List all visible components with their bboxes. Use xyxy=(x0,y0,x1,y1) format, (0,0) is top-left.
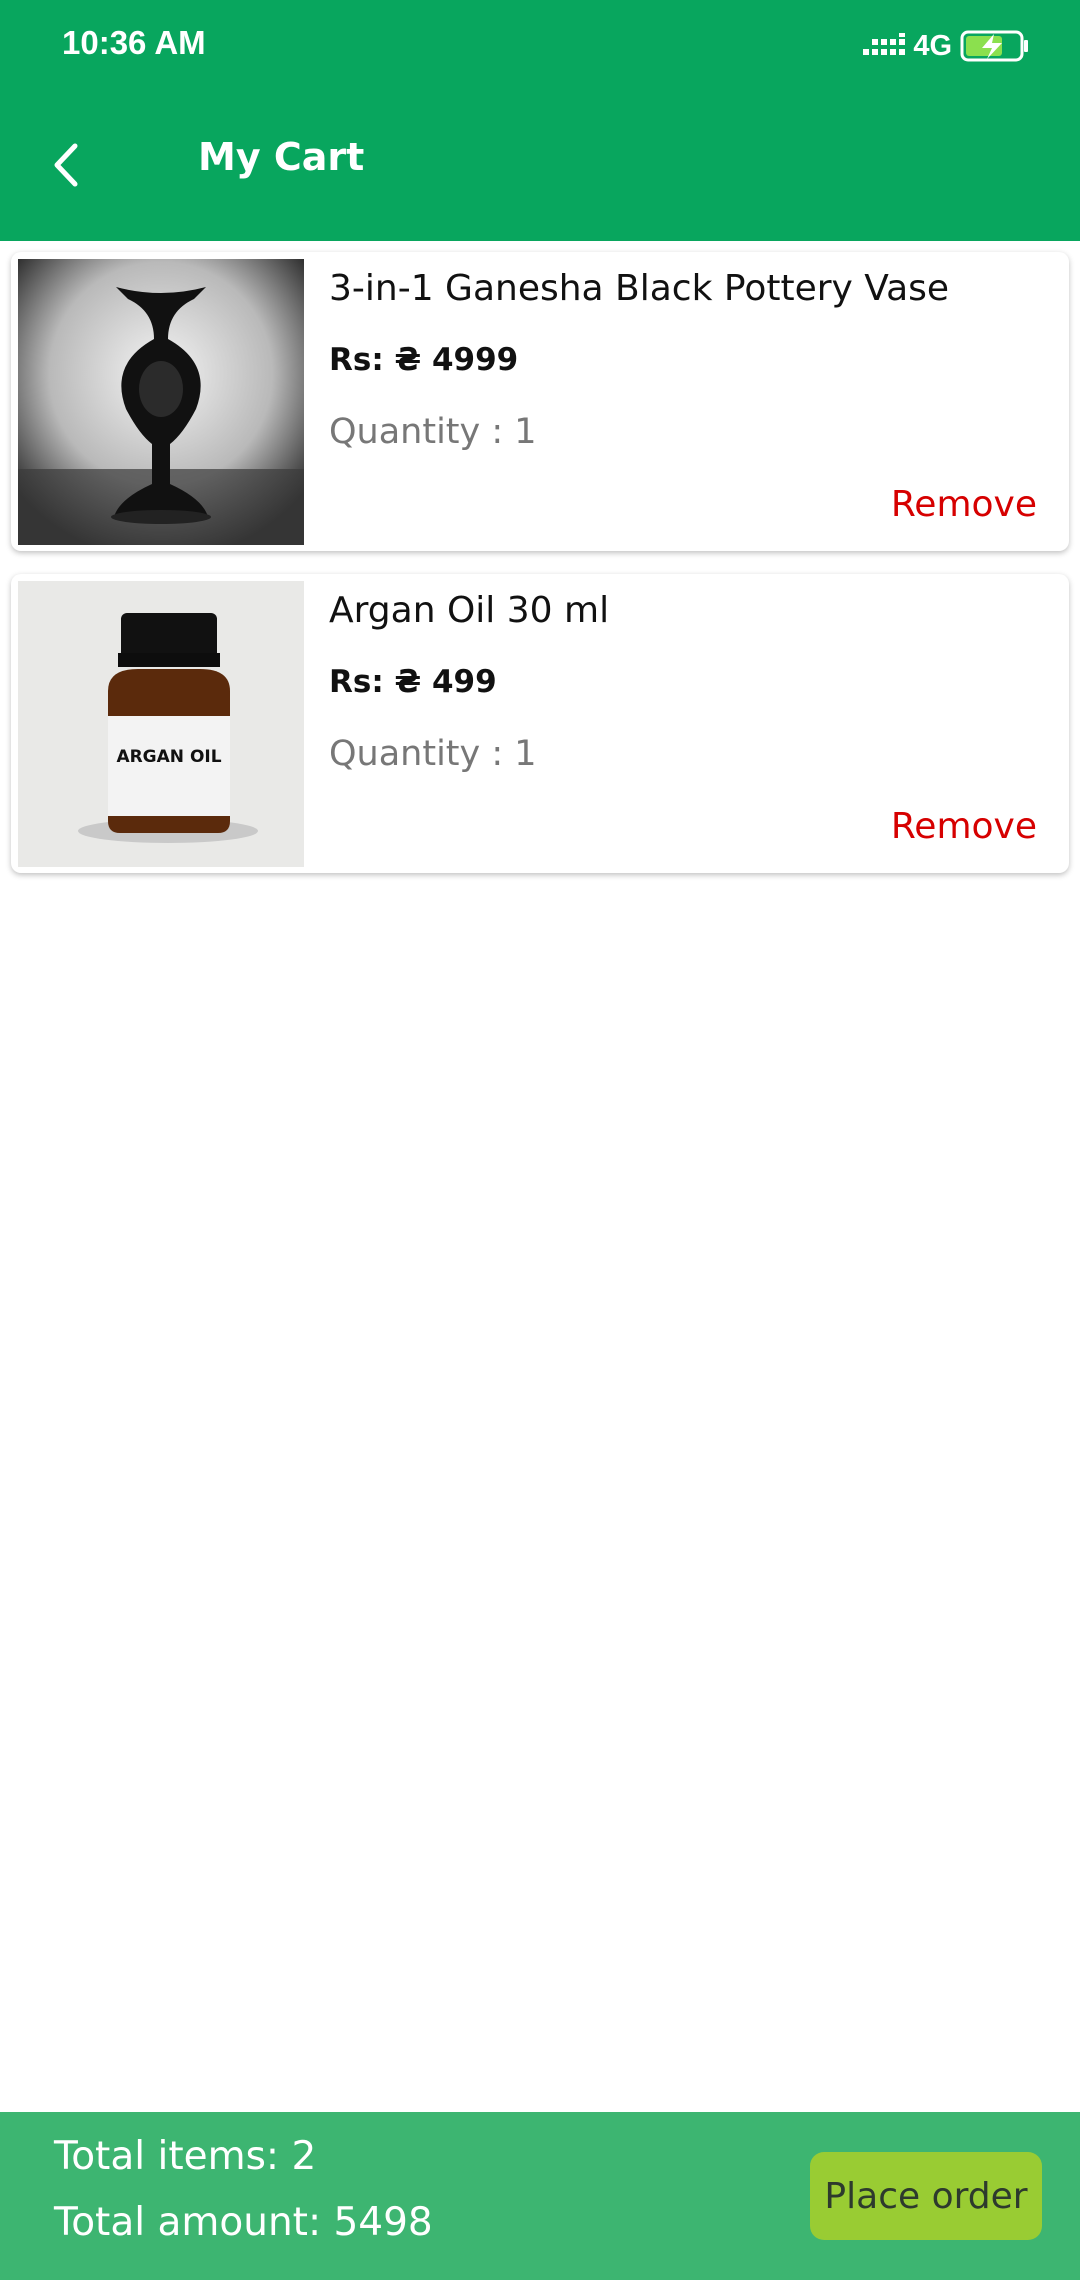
product-image-vase xyxy=(18,259,304,545)
app-bar: 10:36 AM 4G My Cart xyxy=(0,0,1080,241)
cart-item: 3-in-1 Ganesha Black Pottery Vase Rs: ₴ … xyxy=(11,252,1069,551)
network-type: 4G xyxy=(913,29,952,62)
status-icons: 4G xyxy=(863,26,1030,66)
cart-summary-bar: Total items: 2 Total amount: 5498 Place … xyxy=(0,2112,1080,2280)
product-name: 3-in-1 Ganesha Black Pottery Vase xyxy=(329,268,950,309)
argan-oil-label-text: ARGAN OIL xyxy=(116,747,221,767)
cart-item: ARGAN OIL Argan Oil 30 ml Rs: ₴ 499 Quan… xyxy=(11,574,1069,873)
product-price: Rs: ₴ 499 xyxy=(329,664,497,700)
product-name: Argan Oil 30 ml xyxy=(329,590,610,631)
total-amount: Total amount: 5498 xyxy=(54,2200,433,2245)
remove-button[interactable]: Remove xyxy=(891,484,1037,525)
battery-charging-icon xyxy=(960,30,1028,62)
total-items: Total items: 2 xyxy=(54,2134,317,2179)
page-title: My Cart xyxy=(198,135,365,179)
place-order-button[interactable]: Place order xyxy=(810,2152,1042,2240)
product-quantity: Quantity : 1 xyxy=(329,412,537,452)
signal-icon xyxy=(863,33,906,55)
product-price: Rs: ₴ 4999 xyxy=(329,342,519,378)
product-quantity: Quantity : 1 xyxy=(329,734,537,774)
status-time: 10:36 AM xyxy=(62,24,206,61)
product-image-argan-oil: ARGAN OIL xyxy=(18,581,304,867)
back-arrow-icon xyxy=(54,143,78,187)
remove-button[interactable]: Remove xyxy=(891,806,1037,847)
back-button[interactable] xyxy=(40,130,90,200)
